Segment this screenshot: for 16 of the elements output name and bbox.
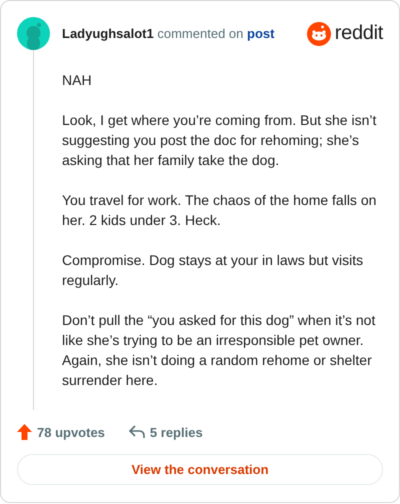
upvote-count: 78 upvotes [37, 424, 105, 440]
reply-count: 5 replies [150, 424, 203, 440]
view-conversation-button[interactable]: View the conversation [17, 454, 383, 485]
reddit-wordmark: reddit [334, 22, 383, 45]
comment-paragraph: Don’t pull the “you asked for this dog” when it’s not like she’s trying to be an irresponsible pet owner. Again, she isn’t doing a random rehome or shelter surrender here. [62, 311, 376, 390]
comment-paragraph: Look, I get where you’re coming from. But she isn’t suggesting you post the doc for rehoming; she’s asking that her family take the dog. [62, 111, 378, 170]
reply-icon [128, 425, 145, 439]
comment-paragraph: NAH [62, 71, 93, 90]
reddit-logo-icon [306, 22, 331, 46]
avatar-icon [17, 17, 50, 50]
author-name[interactable]: Ladyughsalot1 [62, 26, 154, 41]
comment-paragraph: Compromise. Dog stays at your in laws but visits regularly. [62, 251, 364, 290]
comment-paragraph: You travel for work. The chaos of the home falls on her. 2 kids under 3. Heck. [62, 191, 378, 230]
action-text: commented on [157, 26, 244, 41]
upvote-icon [17, 424, 32, 440]
post-link[interactable]: post [247, 26, 274, 41]
